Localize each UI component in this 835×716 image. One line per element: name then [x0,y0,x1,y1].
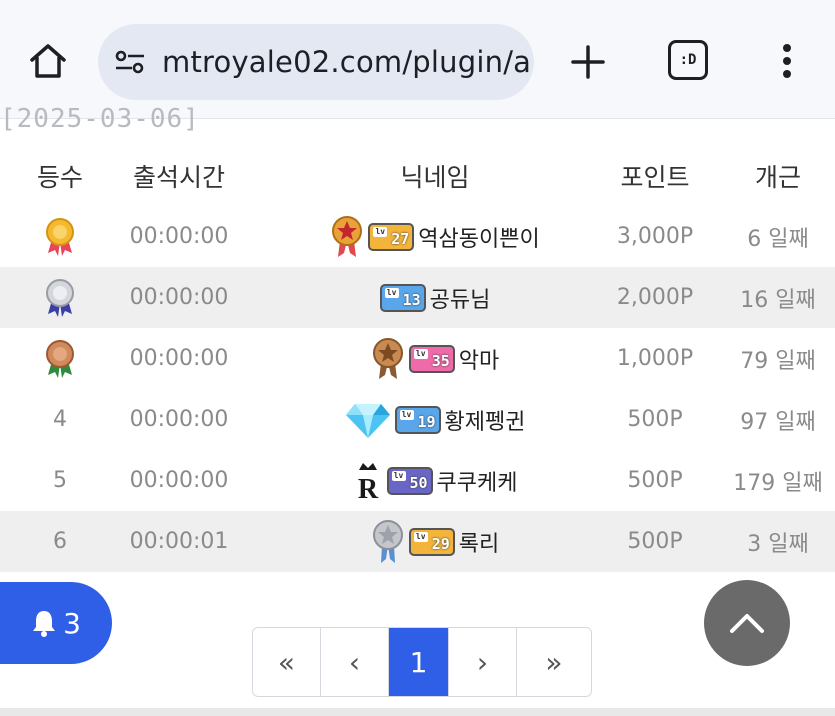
nickname-cell: lv 29 록리 [275,511,595,572]
table-row: 00:00:00 lv 35 악마 1,000P 79 일째 [0,328,835,389]
bronze-star-medal-icon [372,337,403,379]
chevron-left-icon: ‹ [348,645,361,679]
svg-text:R: R [357,474,378,502]
chevron-up-icon [730,614,764,633]
level-badge: lv 19 [394,405,441,434]
nickname-text[interactable]: 공듀님 [430,282,491,314]
first-page-button[interactable]: « [253,628,321,696]
bottom-edge [0,708,835,716]
points-cell: 3,000P [616,224,694,249]
scroll-top-button[interactable] [704,580,790,666]
home-icon [30,44,66,78]
points-cell: 1,000P [616,346,694,371]
nickname-text[interactable]: 황제펭귄 [445,404,526,436]
chevron-right-icon: › [476,645,489,679]
points-cell: 2,000P [616,285,694,310]
time-cell: 00:00:00 [129,468,229,493]
time-cell: 00:00:00 [129,407,229,432]
nickname-cell: R lv 50 쿠쿠케케 [275,450,595,511]
new-tab-button[interactable] [566,40,610,84]
header-points: 포인트 [620,163,690,192]
table-row: 00:00:00 lv 27 역삼동이쁜이 3,000P 6 일째 [0,206,835,267]
nickname-text[interactable]: 록리 [459,526,499,558]
table-row: 6 00:00:01 lv 29 록리 500P 3 일째 [0,511,835,572]
silver-medal-icon [46,278,74,317]
bell-icon [33,611,56,637]
days-cell: 16 일째 [740,287,816,313]
time-cell: 00:00:01 [129,529,229,554]
bronze-medal-icon [46,339,74,378]
days-cell: 79 일째 [740,348,816,374]
level-badge: lv 29 [408,527,455,556]
pagination: « ‹ 1 › » [252,627,592,697]
points-cell: 500P [627,407,683,432]
diamond-icon [345,403,390,438]
level-badge: lv 27 [368,222,415,251]
rank-cell: 5 [53,468,67,493]
last-page-button[interactable]: » [517,628,591,696]
notification-button[interactable]: 3 [0,582,112,664]
nickname-cell: lv 19 황제펭귄 [275,389,595,450]
double-chevron-left-icon: « [277,645,296,679]
silver-star-medal-icon [372,519,403,563]
days-cell: 6 일째 [747,226,809,252]
table-header: 등수 출석시간 닉네임 포인트 개근 [0,146,835,206]
nickname-cell: lv 27 역삼동이쁜이 [275,206,595,267]
nickname-cell: lv 35 악마 [275,328,595,389]
level-badge: lv 13 [379,283,426,312]
header-nickname: 닉네임 [400,163,470,192]
header-time: 출석시간 [132,163,225,192]
table-row: 5 00:00:00 R lv 50 쿠쿠케케 500P 179 일째 [0,450,835,511]
days-cell: 179 일째 [733,470,823,496]
address-bar[interactable]: mtroyale02.com/plugin/a [98,24,534,100]
prev-page-button[interactable]: ‹ [321,628,389,696]
crown-r-icon: R [357,462,378,502]
gold-medal-icon [46,217,74,256]
rank-cell: 4 [53,407,67,432]
rank-cell [20,328,100,389]
days-cell: 3 일째 [747,531,809,557]
gold-star-medal-icon [332,215,363,257]
days-cell: 97 일째 [740,409,816,435]
header-rank: 등수 [36,163,83,192]
url-text: mtroyale02.com/plugin/a [162,45,532,79]
level-badge: lv 50 [386,466,433,495]
header-days: 개근 [754,163,801,192]
level-badge: lv 35 [408,344,455,373]
nickname-text[interactable]: 역삼동이쁜이 [418,221,539,253]
nickname-text[interactable]: 쿠쿠케케 [437,465,518,497]
tab-switcher-button[interactable]: :D [668,40,708,80]
rank-cell: 6 [53,529,67,554]
time-cell: 00:00:00 [129,346,229,371]
next-page-button[interactable]: › [449,628,517,696]
rank-cell [20,267,100,328]
notification-count: 3 [63,606,81,640]
time-cell: 00:00:00 [129,285,229,310]
points-cell: 500P [627,468,683,493]
attendance-table: 등수 출석시간 닉네임 포인트 개근 00:00:00 lv 27 역삼동이쁜이… [0,146,835,572]
plus-icon [571,45,605,79]
menu-button[interactable] [772,40,802,82]
page-1-button[interactable]: 1 [389,628,449,696]
tune-icon[interactable] [114,48,146,76]
nickname-text[interactable]: 악마 [459,343,499,375]
tab-switcher-icon: :D [679,52,697,68]
points-cell: 500P [627,529,683,554]
browser-toolbar: mtroyale02.com/plugin/a :D [0,0,835,119]
more-vert-icon [783,44,791,78]
date-heading: [2025-03-06] [0,104,200,134]
rank-cell [20,206,100,267]
current-page-number: 1 [409,645,428,679]
double-chevron-right-icon: » [545,645,563,679]
nickname-cell: lv 13 공듀님 [275,267,595,328]
time-cell: 00:00:00 [129,224,229,249]
table-row: 00:00:00 lv 13 공듀님 2,000P 16 일째 [0,267,835,328]
table-row: 4 00:00:00 lv 19 황제펭귄 500P 97 일째 [0,389,835,450]
home-button[interactable] [22,38,74,84]
